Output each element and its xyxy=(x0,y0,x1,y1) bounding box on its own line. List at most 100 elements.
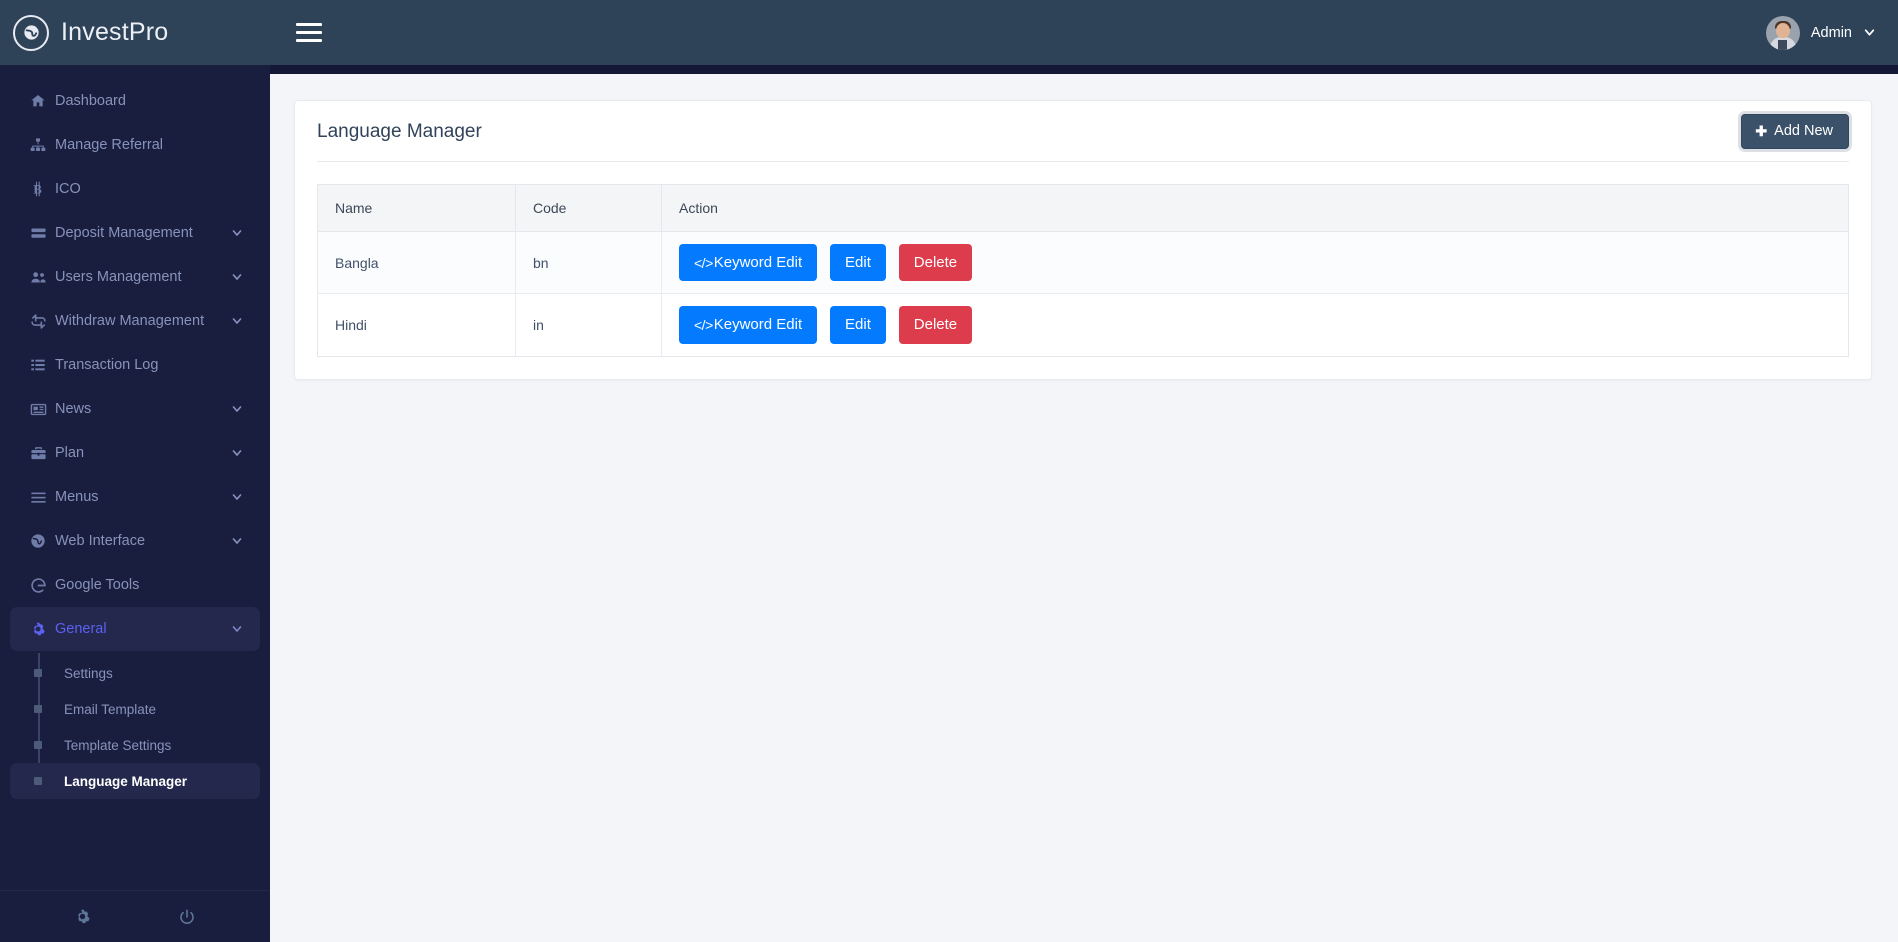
chevron-down-icon xyxy=(231,623,243,635)
languages-table: Name Code Action Bangla bn </> Keyword E… xyxy=(317,184,1849,357)
sidebar-item-label: Manage Referral xyxy=(55,137,163,153)
users-icon xyxy=(30,269,55,286)
sidebar-item-label: News xyxy=(55,401,92,417)
sidebar-item-label: Transaction Log xyxy=(55,357,159,373)
sidebar-item-label: Dashboard xyxy=(55,93,126,109)
cell-actions: </> Keyword Edit Edit Delete xyxy=(662,294,1849,356)
chevron-down-icon xyxy=(231,447,243,459)
sidebar-item-label: ICO xyxy=(55,181,81,197)
sidebar-subitem-settings[interactable]: Settings xyxy=(10,655,260,691)
chevron-down-icon xyxy=(1863,26,1876,39)
sidebar-item-transaction-log[interactable]: Transaction Log xyxy=(10,343,260,387)
sidebar-item-dashboard[interactable]: Dashboard xyxy=(10,79,260,123)
svg-text:B: B xyxy=(33,183,42,197)
table-row: Hindi in </> Keyword Edit Edit Delete xyxy=(317,293,1849,356)
chevron-down-icon xyxy=(231,403,243,415)
sidebar-nav: Dashboard Manage Referral B ICO Deposit … xyxy=(0,65,270,890)
sidebar-subitem-label: Settings xyxy=(64,665,113,681)
sidebar-item-menus[interactable]: Menus xyxy=(10,475,260,519)
table-header-row: Name Code Action xyxy=(317,184,1849,232)
briefcase-icon xyxy=(30,445,55,462)
add-new-label: Add New xyxy=(1774,123,1833,139)
cell-code: bn xyxy=(515,231,662,295)
chevron-down-icon xyxy=(231,535,243,547)
sitemap-icon xyxy=(30,137,55,153)
sidebar-item-manage-referral[interactable]: Manage Referral xyxy=(10,123,260,167)
credit-card-icon xyxy=(30,225,55,242)
delete-button[interactable]: Delete xyxy=(898,306,973,344)
edit-button[interactable]: Edit xyxy=(830,244,886,282)
plus-icon: ✚ xyxy=(1755,123,1768,139)
avatar xyxy=(1765,15,1800,50)
keyword-edit-button[interactable]: </> Keyword Edit xyxy=(679,306,818,344)
exchange-icon xyxy=(30,313,55,330)
keyword-edit-button[interactable]: </> Keyword Edit xyxy=(679,244,818,282)
sidebar-item-label: Menus xyxy=(55,489,99,505)
sidebar-item-users-management[interactable]: Users Management xyxy=(10,255,260,299)
delete-button[interactable]: Delete xyxy=(898,244,973,282)
card-header: Language Manager ✚ Add New xyxy=(295,101,1871,161)
sidebar-item-label: Plan xyxy=(55,445,85,461)
home-icon xyxy=(30,93,55,109)
app-root: InvestPro Dashboard Manage Referral B IC… xyxy=(0,0,1898,942)
sidebar-item-plan[interactable]: Plan xyxy=(10,431,260,475)
cell-name: Bangla xyxy=(317,231,516,295)
sidebar-subitem-email-template[interactable]: Email Template xyxy=(10,691,260,727)
bullet-icon xyxy=(34,705,42,713)
google-icon xyxy=(30,577,55,594)
column-header-code: Code xyxy=(515,184,662,232)
page-title: Language Manager xyxy=(317,121,482,142)
table-row: Bangla bn </> Keyword Edit Edit Delete xyxy=(317,231,1849,295)
cell-code: in xyxy=(515,293,662,356)
header-divider xyxy=(317,161,1849,162)
sidebar-item-label: Users Management xyxy=(55,269,182,285)
keyword-edit-label: Keyword Edit xyxy=(713,316,803,334)
user-name: Admin xyxy=(1810,24,1852,41)
column-header-name: Name xyxy=(317,184,516,232)
sidebar-item-label: Deposit Management xyxy=(55,225,193,241)
sidebar-subitem-template-settings[interactable]: Template Settings xyxy=(10,727,260,763)
cell-actions: </> Keyword Edit Edit Delete xyxy=(661,231,1849,295)
table-head: Name Code Action xyxy=(317,184,1849,232)
sidebar-subitem-label: Language Manager xyxy=(64,773,188,789)
table-body: Bangla bn </> Keyword Edit Edit Delete H… xyxy=(317,231,1849,356)
column-header-action: Action xyxy=(661,184,1849,232)
sidebar-submenu-general: Settings Email Template Template Setting… xyxy=(0,653,270,799)
edit-button[interactable]: Edit xyxy=(830,306,886,344)
brand-name: InvestPro xyxy=(61,18,169,46)
list-icon xyxy=(30,357,55,373)
cell-name: Hindi xyxy=(317,293,516,356)
add-new-button[interactable]: ✚ Add New xyxy=(1741,114,1849,149)
brand-logo[interactable]: InvestPro xyxy=(0,0,270,65)
chevron-down-icon xyxy=(231,315,243,327)
hamburger-icon[interactable] xyxy=(296,23,322,42)
sidebar-item-deposit-management[interactable]: Deposit Management xyxy=(10,211,260,255)
chevron-down-icon xyxy=(231,271,243,283)
sidebar-subitem-label: Email Template xyxy=(64,701,157,717)
sidebar-item-label: Google Tools xyxy=(55,577,140,593)
bars-icon xyxy=(30,489,55,506)
settings-icon[interactable] xyxy=(74,908,91,925)
sidebar-subitem-label: Template Settings xyxy=(64,737,172,753)
sidebar-item-news[interactable]: News xyxy=(10,387,260,431)
user-menu[interactable]: Admin xyxy=(1765,15,1876,50)
topbar-accent-strip xyxy=(270,65,1898,74)
sidebar-item-google-tools[interactable]: Google Tools xyxy=(10,563,260,607)
sidebar-item-withdraw-management[interactable]: Withdraw Management xyxy=(10,299,260,343)
sidebar-item-ico[interactable]: B ICO xyxy=(10,167,260,211)
language-manager-card: Language Manager ✚ Add New Name Code Act… xyxy=(294,100,1872,380)
chevron-down-icon xyxy=(231,491,243,503)
logout-icon[interactable] xyxy=(178,908,196,926)
bullet-icon xyxy=(34,741,42,749)
code-icon: </> xyxy=(694,254,713,271)
code-icon: </> xyxy=(694,316,713,333)
sidebar-item-general[interactable]: General xyxy=(10,607,260,651)
bitcoin-icon: B xyxy=(30,181,55,197)
main-area: Admin Language Manager ✚ Add New Name Co… xyxy=(270,0,1898,942)
sidebar-footer xyxy=(0,890,270,942)
sidebar-subitem-language-manager[interactable]: Language Manager xyxy=(10,763,260,799)
newspaper-icon xyxy=(30,401,55,418)
gear-icon xyxy=(30,621,55,637)
globe-icon xyxy=(30,533,55,549)
sidebar-item-web-interface[interactable]: Web Interface xyxy=(10,519,260,563)
